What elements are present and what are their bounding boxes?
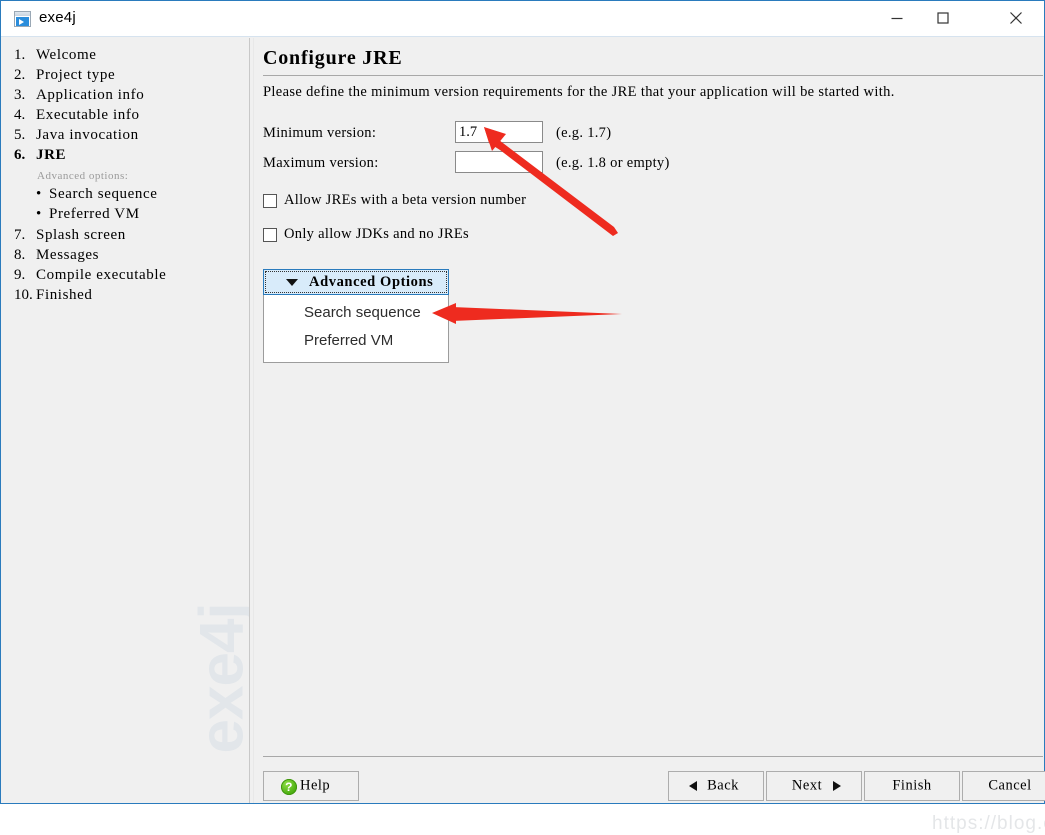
step-label: JRE [36,147,67,163]
step-number: 6. [14,147,26,163]
sidebar-item-compile-executable[interactable]: 9. Compile executable [2,267,249,287]
wizard-content-panel: Configure JRE Please define the minimum … [254,38,1045,834]
maximum-version-input[interactable] [455,151,543,173]
window-title: exe4j [39,9,76,26]
step-number: 7. [14,227,26,243]
url-watermark: https://blog.csdn.net/qq_40... [932,813,1045,834]
sidebar-item-java-invocation[interactable]: 5. Java invocation [2,127,249,147]
minimum-version-label: Minimum version: [263,125,377,141]
step-label: Compile executable [36,267,167,283]
sidebar-item-search-sequence[interactable]: • Search sequence [36,186,158,203]
back-button-label: Back [707,777,739,794]
sidebar-subitem-label: Preferred VM [49,206,140,222]
title-divider [263,75,1043,76]
sidebar-item-finished[interactable]: 10. Finished [2,287,249,307]
minimize-button[interactable] [874,1,920,35]
only-jdk-label: Only allow JDKs and no JREs [284,226,469,242]
advanced-options-button-label: Advanced Options [309,274,434,290]
maximize-icon [937,12,949,24]
step-number: 3. [14,87,26,103]
sidebar-item-application-info[interactable]: 3. Application info [2,87,249,107]
cancel-button[interactable]: Cancel [962,771,1045,801]
sidebar-item-executable-info[interactable]: 4. Executable info [2,107,249,127]
step-label: Finished [36,287,93,303]
back-button[interactable]: Back [668,771,764,801]
sidebar-subitem-label: Search sequence [49,186,158,202]
step-label: Welcome [36,47,97,63]
menu-item-preferred-vm[interactable]: Preferred VM [264,329,448,353]
help-button[interactable]: ? Help [263,771,359,801]
maximum-version-label: Maximum version: [263,155,379,171]
help-button-label: Help [300,777,331,794]
advanced-options-menu: Search sequence Preferred VM [263,295,449,363]
step-label: Application info [36,87,145,103]
bullet-icon: • [36,186,42,202]
sidebar-item-welcome[interactable]: 1. Welcome [2,47,249,67]
sidebar-item-project-type[interactable]: 2. Project type [2,67,249,87]
step-number: 10. [14,287,33,303]
menu-item-search-sequence[interactable]: Search sequence [264,301,448,325]
sidebar-item-splash-screen[interactable]: 7. Splash screen [2,227,249,247]
step-label: Java invocation [36,127,139,143]
step-number: 1. [14,47,26,63]
close-button[interactable] [992,1,1040,35]
minimum-version-hint: (e.g. 1.7) [556,125,612,141]
menu-item-label: Preferred VM [304,332,394,349]
only-jdk-checkbox[interactable] [263,228,277,242]
maximize-button[interactable] [920,1,966,35]
advanced-options-button[interactable]: Advanced Options [263,269,449,295]
wizard-step-sidebar: 1. Welcome 2. Project type 3. Applicatio… [2,38,249,803]
minimize-icon [891,17,903,20]
bullet-icon: • [36,206,42,222]
sidebar-item-jre[interactable]: 6. JRE [2,147,249,167]
exe4j-watermark: exe4j [187,603,250,754]
step-label: Splash screen [36,227,126,243]
help-question-glyph: ? [285,780,293,794]
step-number: 4. [14,107,26,123]
finish-button[interactable]: Finish [864,771,960,801]
caret-down-icon [286,279,298,286]
app-icon-play-glyph [19,19,24,25]
sidebar-advanced-options-header: Advanced options: [37,170,129,182]
sidebar-item-preferred-vm[interactable]: • Preferred VM [36,206,140,223]
allow-beta-jre-checkbox[interactable] [263,194,277,208]
window-titlebar: exe4j [1,1,1044,37]
triangle-right-icon [833,781,841,791]
step-number: 2. [14,67,26,83]
step-label: Project type [36,67,116,83]
step-number: 8. [14,247,26,263]
next-button[interactable]: Next [766,771,862,801]
sidebar-item-messages[interactable]: 8. Messages [2,247,249,267]
cancel-button-label: Cancel [988,777,1032,794]
menu-item-label: Search sequence [304,304,421,321]
finish-button-label: Finish [892,777,932,794]
step-number: 9. [14,267,26,283]
maximum-version-hint: (e.g. 1.8 or empty) [556,155,670,171]
step-label: Messages [36,247,100,263]
allow-beta-jre-label: Allow JREs with a beta version number [284,192,527,208]
minimum-version-input[interactable] [455,121,543,143]
footer-divider [263,756,1043,757]
exe4j-wizard-window: exe4j 1. Welcome 2. Project type 3. Appl… [0,0,1045,834]
app-icon-titlebar-stripe [15,12,30,16]
page-description: Please define the minimum version requir… [263,84,895,100]
step-label: Executable info [36,107,140,123]
close-icon [1010,12,1022,24]
exe4j-app-icon [14,11,31,27]
page-title: Configure JRE [263,47,403,69]
step-number: 5. [14,127,26,143]
